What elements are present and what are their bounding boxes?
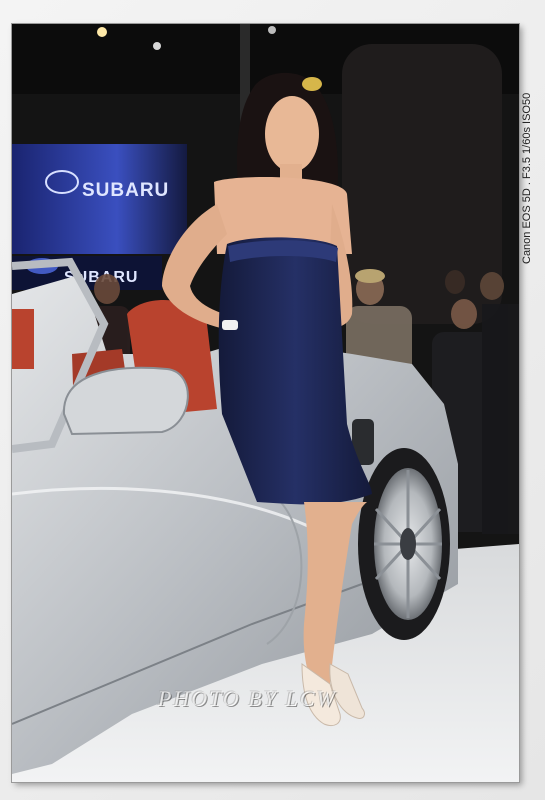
photo-scene: SUBARU SUBARU <box>12 24 519 782</box>
ceiling-light <box>97 27 107 37</box>
exif-caption: Canon EOS 5D . F3.5 1/60s ISO50 <box>521 92 533 264</box>
ceiling-light <box>153 42 161 50</box>
subaru-sign-text: SUBARU <box>82 180 169 201</box>
bracelet <box>222 320 238 330</box>
photographer-watermark: PHOTO BY LCW <box>158 686 337 711</box>
rear-wheel <box>358 448 450 640</box>
face <box>265 96 319 172</box>
red-seat-edge <box>12 309 34 369</box>
ceiling-light <box>268 26 276 34</box>
hair-clip <box>302 77 322 91</box>
car-show-photo: SUBARU SUBARU <box>12 24 519 782</box>
